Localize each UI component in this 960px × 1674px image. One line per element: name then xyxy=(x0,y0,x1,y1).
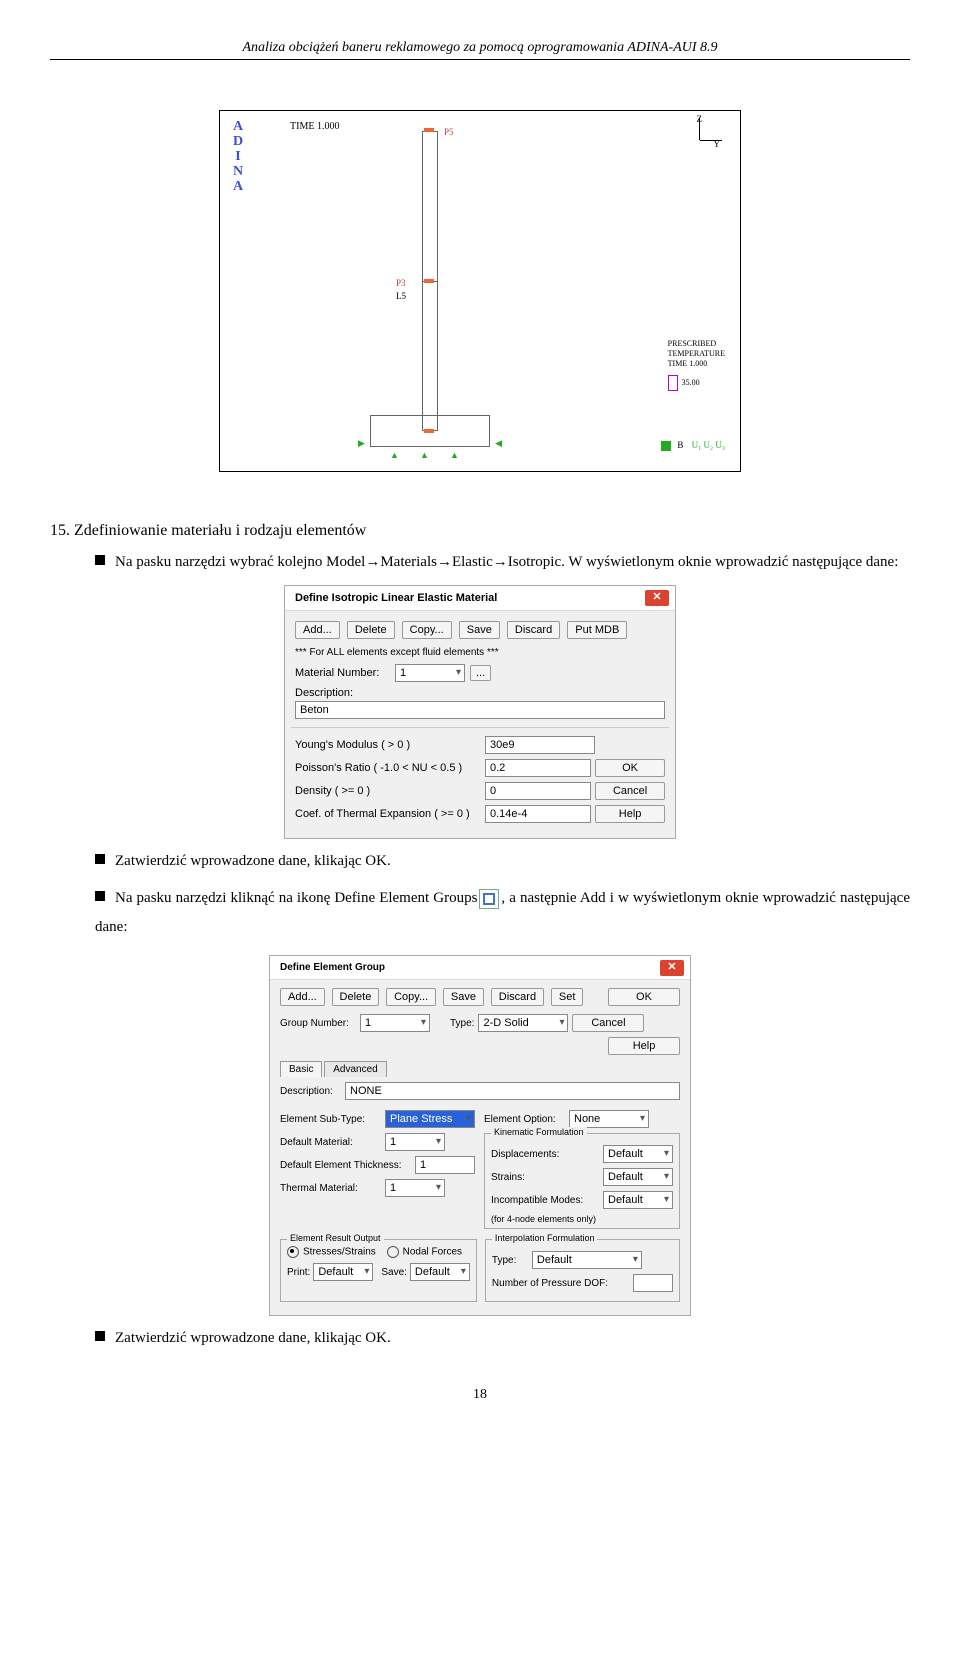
delete-button[interactable]: Delete xyxy=(347,621,395,639)
save-button[interactable]: Save xyxy=(443,988,484,1006)
description-label: Description: xyxy=(280,1086,345,1097)
type-label: Type: xyxy=(450,1018,474,1029)
stresses-radio[interactable] xyxy=(287,1246,299,1258)
copy-button[interactable]: Copy... xyxy=(386,988,436,1006)
interpolation-formulation-group: Interpolation Formulation Type:Default N… xyxy=(485,1239,680,1302)
displacements-label: Displacements: xyxy=(491,1149,603,1160)
interp-type-label: Type: xyxy=(492,1255,532,1266)
cte-input[interactable]: 0.14e-4 xyxy=(485,805,591,823)
set-button[interactable]: Set xyxy=(551,988,584,1006)
kinematic-formulation-group: Kinematic Formulation Displacements:Defa… xyxy=(484,1133,680,1229)
group-number-input[interactable]: 1 xyxy=(360,1014,430,1032)
thickness-label: Default Element Thickness: xyxy=(280,1160,415,1171)
beam-element: P5 P3 L5 ▶ ◀ ▲ ▲ ▲ xyxy=(410,131,450,431)
density-label: Density ( >= 0 ) xyxy=(295,785,485,797)
copy-button[interactable]: Copy... xyxy=(402,621,452,639)
displacements-input[interactable]: Default xyxy=(603,1145,673,1163)
define-material-dialog: Define Isotropic Linear Elastic Material… xyxy=(284,585,676,839)
bc-legend: B U₁ U₂ U₃ xyxy=(661,440,725,451)
hint-text: *** For ALL elements except fluid elemen… xyxy=(295,647,665,658)
default-material-input[interactable]: 1 xyxy=(385,1133,445,1151)
incompatible-note: (for 4-node elements only) xyxy=(491,1214,673,1224)
pressure-dof-label: Number of Pressure DOF: xyxy=(492,1278,633,1289)
subtype-input[interactable]: Plane Stress xyxy=(385,1110,475,1128)
nodal-forces-radio[interactable] xyxy=(387,1246,399,1258)
dialog-title: Define Isotropic Linear Elastic Material… xyxy=(285,586,675,611)
strains-input[interactable]: Default xyxy=(603,1168,673,1186)
material-number-label: Material Number: xyxy=(295,667,395,679)
element-option-label: Element Option: xyxy=(484,1114,569,1125)
add-button[interactable]: Add... xyxy=(280,988,325,1006)
description-label: Description: xyxy=(295,687,665,699)
bullet-item: Zatwierdzić wprowadzone dane, klikając O… xyxy=(95,1330,910,1347)
print-label: Print: xyxy=(287,1267,310,1278)
thermal-material-label: Thermal Material: xyxy=(280,1183,385,1194)
discard-button[interactable]: Discard xyxy=(491,988,544,1006)
thermal-material-input[interactable]: 1 xyxy=(385,1179,445,1197)
save-button[interactable]: Save xyxy=(459,621,500,639)
poisson-input[interactable]: 0.2 xyxy=(485,759,591,777)
define-element-group-dialog: Define Element Group ✕ Add... Delete Cop… xyxy=(269,955,691,1316)
bullet-item: Zatwierdzić wprowadzone dane, klikając O… xyxy=(95,853,910,870)
save-output-label: Save: xyxy=(381,1267,407,1278)
thickness-input[interactable]: 1 xyxy=(415,1156,475,1174)
group-number-label: Group Number: xyxy=(280,1018,360,1029)
print-input[interactable]: Default xyxy=(313,1263,373,1281)
youngs-label: Young's Modulus ( > 0 ) xyxy=(295,739,485,751)
bullet-item: Na pasku narzędzi wybrać kolejno Model→M… xyxy=(95,554,910,571)
type-input[interactable]: 2-D Solid xyxy=(478,1014,568,1032)
description-input[interactable]: Beton xyxy=(295,701,665,719)
tab-basic[interactable]: Basic xyxy=(280,1061,322,1077)
pressure-dof-input[interactable] xyxy=(633,1274,673,1292)
help-button[interactable]: Help xyxy=(608,1037,680,1055)
element-option-input[interactable]: None xyxy=(569,1110,649,1128)
ok-button[interactable]: OK xyxy=(608,988,680,1006)
tab-advanced[interactable]: Advanced xyxy=(324,1061,386,1077)
element-result-output-group: Element Result Output Stresses/Strains N… xyxy=(280,1239,477,1302)
temperature-legend: PRESCRIBED TEMPERATURE TIME 1.000 35.00 xyxy=(668,339,725,391)
cte-label: Coef. of Thermal Expansion ( >= 0 ) xyxy=(295,808,485,820)
default-material-label: Default Material: xyxy=(280,1137,385,1148)
close-icon[interactable]: ✕ xyxy=(645,590,669,606)
material-number-input[interactable]: 1 xyxy=(395,664,465,682)
interp-type-input[interactable]: Default xyxy=(532,1251,642,1269)
discard-button[interactable]: Discard xyxy=(507,621,560,639)
help-button[interactable]: Help xyxy=(595,805,665,823)
bullet-item: Na pasku narzędzi kliknąć na ikonę Defin… xyxy=(95,884,910,941)
put-mdb-button[interactable]: Put MDB xyxy=(567,621,627,639)
incompatible-modes-label: Incompatible Modes: xyxy=(491,1195,603,1206)
browse-button[interactable]: ... xyxy=(470,665,491,681)
close-icon[interactable]: ✕ xyxy=(660,960,684,976)
save-output-input[interactable]: Default xyxy=(410,1263,470,1281)
adina-plot-figure: ADINA TIME 1.000 Z Y P5 P3 L5 ▶ ◀ ▲ xyxy=(219,110,741,472)
add-button[interactable]: Add... xyxy=(295,621,340,639)
plot-time-label: TIME 1.000 xyxy=(290,121,339,132)
delete-button[interactable]: Delete xyxy=(332,988,380,1006)
cancel-button[interactable]: Cancel xyxy=(572,1014,644,1032)
cancel-button[interactable]: Cancel xyxy=(595,782,665,800)
density-input[interactable]: 0 xyxy=(485,782,591,800)
description-input[interactable]: NONE xyxy=(345,1082,680,1100)
page-header: Analiza obciążeń baneru reklamowego za p… xyxy=(50,40,910,60)
subtype-label: Element Sub-Type: xyxy=(280,1114,385,1125)
page-number: 18 xyxy=(50,1387,910,1403)
poisson-label: Poisson's Ratio ( -1.0 < NU < 0.5 ) xyxy=(295,762,485,774)
strains-label: Strains: xyxy=(491,1172,603,1183)
define-element-groups-icon xyxy=(479,889,499,909)
youngs-input[interactable]: 30e9 xyxy=(485,736,595,754)
incompatible-modes-input[interactable]: Default xyxy=(603,1191,673,1209)
ok-button[interactable]: OK xyxy=(595,759,665,777)
adina-logo: ADINA xyxy=(230,119,246,194)
foundation-block: ▶ ◀ ▲ ▲ ▲ xyxy=(370,415,490,447)
section-heading: 15. Zdefiniowanie materiału i rodzaju el… xyxy=(50,522,910,540)
dialog-title: Define Element Group ✕ xyxy=(270,956,690,980)
